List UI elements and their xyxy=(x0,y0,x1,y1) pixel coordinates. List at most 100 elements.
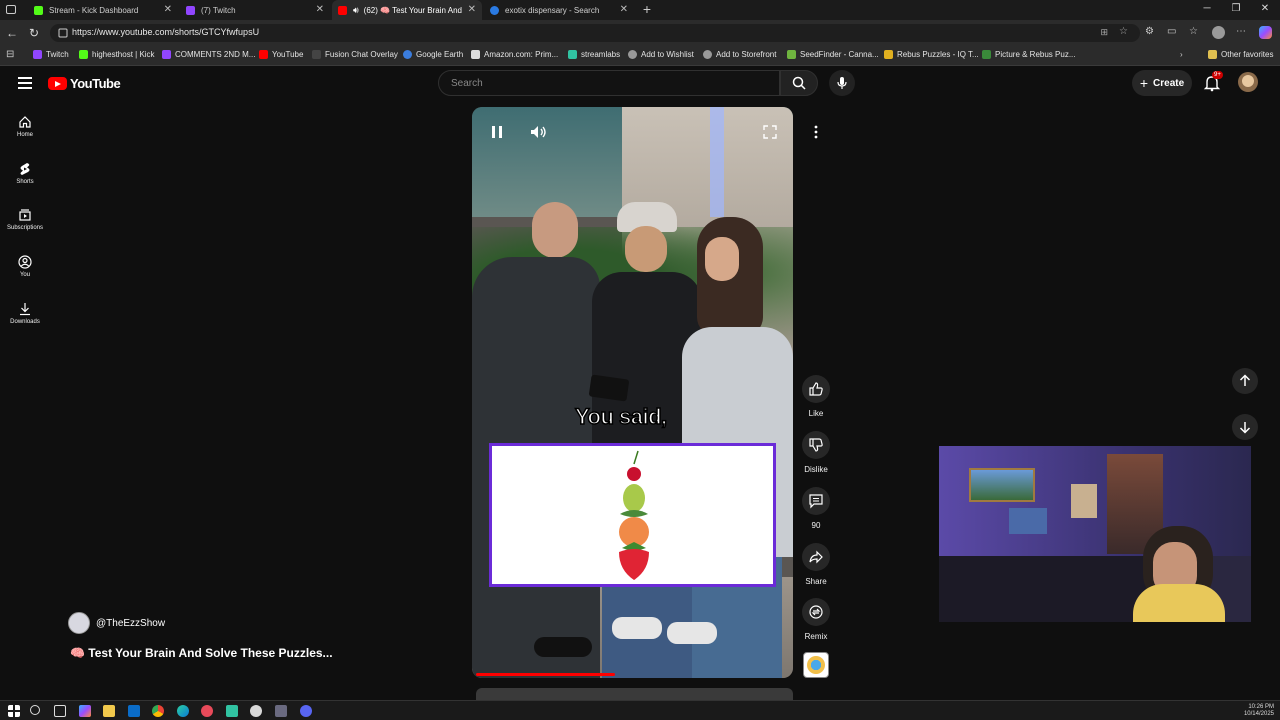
voice-search-button[interactable] xyxy=(829,70,855,96)
restore-button[interactable]: ❐ xyxy=(1228,3,1244,14)
youtube-header: YouTube + Create 9+ xyxy=(0,66,1280,102)
sidebar-item-shorts[interactable]: Shorts xyxy=(0,162,50,185)
bookmark-streamlabs[interactable]: streamlabs xyxy=(568,50,620,59)
bookmark-rebus-iq[interactable]: Rebus Puzzles - IQ T... xyxy=(884,50,979,59)
tab-actions-icon[interactable] xyxy=(6,5,16,14)
twitch-icon xyxy=(186,5,195,15)
bookmark-youtube[interactable]: YouTube xyxy=(259,50,303,59)
sidebar-item-label: Shorts xyxy=(16,179,34,185)
remix-button[interactable]: Remix xyxy=(802,598,830,641)
app-icon[interactable] xyxy=(201,705,213,717)
previous-short-button[interactable] xyxy=(1232,368,1258,394)
sound-source-thumbnail[interactable] xyxy=(803,652,829,678)
video-progress-bar[interactable] xyxy=(476,673,615,676)
search-icon[interactable] xyxy=(30,705,40,715)
app-available-icon[interactable]: ⊞ xyxy=(1100,27,1108,38)
tab-youtube-short[interactable]: 🔊︎ (62) 🧠 Test Your Brain And ✕ xyxy=(332,0,482,20)
discord-icon[interactable] xyxy=(300,705,312,717)
favorite-star-icon[interactable]: ☆ xyxy=(1119,26,1128,37)
extensions-icon[interactable]: ⚙ xyxy=(1145,26,1159,40)
fullscreen-button[interactable] xyxy=(759,121,781,143)
back-button[interactable]: ← xyxy=(5,26,19,40)
bookmarks-apps-icon[interactable]: ⊟ xyxy=(6,49,14,60)
site-info-icon[interactable] xyxy=(58,28,68,38)
close-tab-icon[interactable]: ✕ xyxy=(164,4,172,15)
system-clock[interactable]: 10:26 PM 10/14/2025 xyxy=(1244,704,1274,718)
youtube-icon xyxy=(338,5,347,15)
short-title[interactable]: 🧠 Test Your Brain And Solve These Puzzle… xyxy=(70,646,333,660)
pause-button[interactable] xyxy=(486,121,508,143)
tab-bing-search[interactable]: exotix dispensary - Search ✕ xyxy=(484,0,634,20)
bookmark-kick[interactable]: highesthost | Kick xyxy=(79,50,155,59)
app-icon[interactable] xyxy=(250,705,262,717)
person-face xyxy=(705,237,739,281)
short-video-player[interactable] xyxy=(472,107,793,678)
bookmark-add-to-storefront[interactable]: Add to Storefront xyxy=(703,50,776,59)
bookmark-fusion-chat[interactable]: Fusion Chat Overlay xyxy=(312,50,398,59)
twitch-icon xyxy=(162,50,171,59)
new-tab-button[interactable]: + xyxy=(640,1,654,17)
bookmark-seedfinder[interactable]: SeedFinder - Canna... xyxy=(787,50,879,59)
avatar-face-shape xyxy=(1242,75,1254,87)
bookmark-picture-rebus[interactable]: Picture & Rebus Puz... xyxy=(982,50,1075,59)
refresh-button[interactable]: ↻ xyxy=(27,26,41,40)
volume-button[interactable] xyxy=(527,121,549,143)
tab-kick-dashboard[interactable]: Stream - Kick Dashboard ✕ xyxy=(28,0,178,20)
more-options-icon[interactable]: ⋯ xyxy=(1236,26,1250,40)
bookmark-label: Picture & Rebus Puz... xyxy=(995,50,1076,59)
channel-avatar[interactable] xyxy=(68,612,90,634)
search-input[interactable] xyxy=(449,75,769,91)
sidebar-item-home[interactable]: Home xyxy=(0,115,50,138)
address-bar[interactable]: https://www.youtube.com/shorts/GTCYfwfup… xyxy=(50,24,1140,42)
favorites-icon[interactable]: ☆ xyxy=(1189,26,1203,40)
windows-start-icon[interactable] xyxy=(8,705,20,717)
profile-icon[interactable] xyxy=(1212,26,1225,39)
next-short-button[interactable] xyxy=(1232,414,1258,440)
like-button[interactable]: Like xyxy=(802,375,830,418)
copilot-icon[interactable] xyxy=(1259,26,1272,39)
bookmark-twitch[interactable]: Twitch xyxy=(33,50,69,59)
file-explorer-icon[interactable] xyxy=(103,705,115,717)
edge-icon[interactable] xyxy=(177,705,189,717)
person-head xyxy=(532,202,578,258)
sidebar-item-you[interactable]: You xyxy=(0,255,50,278)
search-button[interactable] xyxy=(780,70,818,96)
dislike-button[interactable]: Dislike xyxy=(802,431,830,474)
bookmark-google-earth[interactable]: Google Earth xyxy=(403,50,463,59)
search-box[interactable] xyxy=(438,70,780,96)
youtube-logo[interactable]: YouTube xyxy=(48,76,121,91)
close-window-button[interactable]: ✕ xyxy=(1257,3,1273,14)
copilot-taskbar-icon[interactable] xyxy=(79,705,91,717)
bookmark-comments[interactable]: COMMENTS 2ND M... xyxy=(162,50,255,59)
more-actions-icon[interactable] xyxy=(808,123,824,141)
youtube-logo-text: YouTube xyxy=(70,76,121,91)
close-tab-icon[interactable]: ✕ xyxy=(620,4,628,15)
comments-button[interactable]: 90 xyxy=(802,487,830,530)
task-view-icon[interactable] xyxy=(54,705,66,717)
bookmark-amazon[interactable]: Amazon.com: Prim... xyxy=(471,50,558,59)
account-avatar[interactable] xyxy=(1238,72,1258,92)
speaker-icon[interactable]: 🔊︎ xyxy=(353,5,359,16)
bookmarks-overflow-icon[interactable]: › xyxy=(1180,50,1183,59)
share-button[interactable]: Share xyxy=(802,543,830,586)
leaf-icon xyxy=(787,50,796,59)
app-icon[interactable] xyxy=(275,705,287,717)
chrome-icon[interactable] xyxy=(152,705,164,717)
create-button[interactable]: + Create xyxy=(1132,70,1192,96)
outlook-icon[interactable] xyxy=(128,705,140,717)
tab-twitch[interactable]: (7) Twitch ✕ xyxy=(180,0,330,20)
other-favorites[interactable]: Other favorites xyxy=(1208,50,1273,59)
menu-icon[interactable] xyxy=(18,77,32,92)
app-icon[interactable] xyxy=(226,705,238,717)
bookmark-label: SeedFinder - Canna... xyxy=(800,50,879,59)
split-screen-icon[interactable]: ▭ xyxy=(1167,26,1181,40)
strawberry-icon xyxy=(619,549,649,580)
minimize-button[interactable]: ─ xyxy=(1199,3,1215,14)
close-tab-icon[interactable]: ✕ xyxy=(468,4,476,15)
sidebar-item-downloads[interactable]: Downloads xyxy=(0,302,50,325)
close-tab-icon[interactable]: ✕ xyxy=(316,4,324,15)
channel-info[interactable]: @TheEzzShow xyxy=(68,612,165,634)
bookmark-add-to-wishlist[interactable]: Add to Wishlist xyxy=(628,50,694,59)
channel-name[interactable]: @TheEzzShow xyxy=(96,618,165,629)
sidebar-item-subscriptions[interactable]: Subscriptions xyxy=(0,208,50,231)
